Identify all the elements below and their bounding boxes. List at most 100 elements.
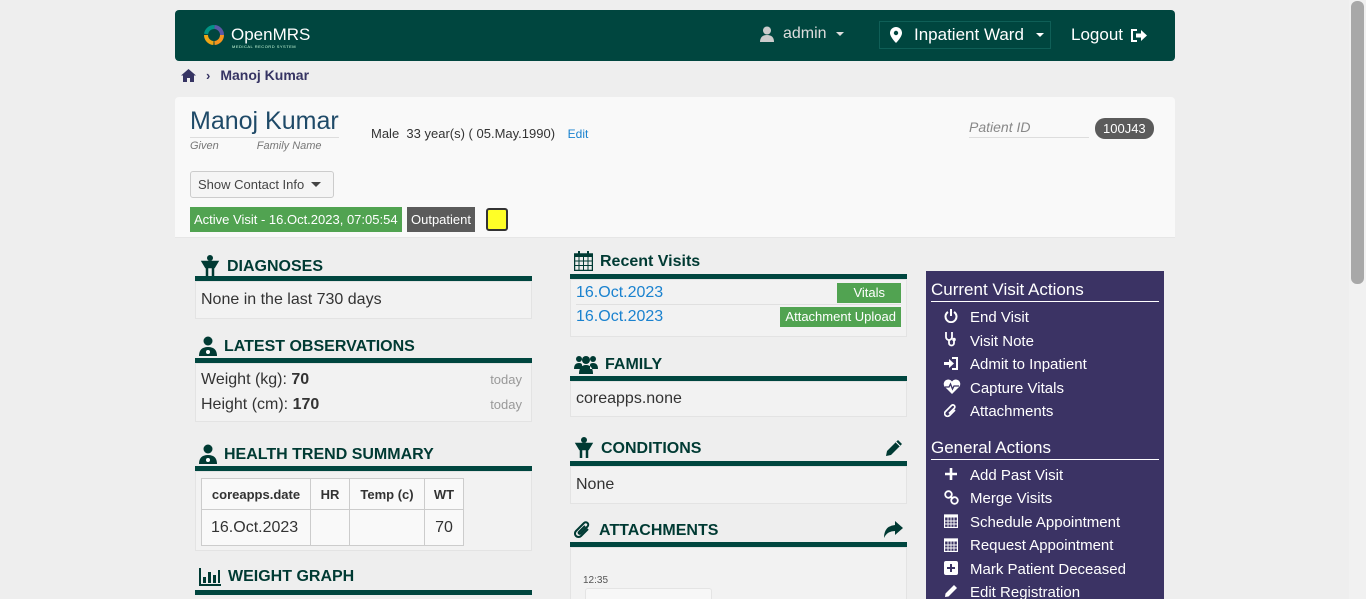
merge-visits-action[interactable]: Merge Visits [926,487,1164,511]
column-header: HR [310,478,350,510]
map-marker-icon [890,27,902,43]
schedule-appointment-action[interactable]: Schedule Appointment [926,511,1164,535]
location-menu[interactable]: Inpatient Ward [879,21,1051,49]
end-visit-action[interactable]: End Visit [926,306,1164,330]
user-menu[interactable]: admin [760,25,844,43]
observation-value: 170 [292,395,320,413]
column-header: Temp (c) [349,478,425,510]
attachments-action[interactable]: Attachments [926,400,1164,424]
health-trend-widget: HEALTH TREND SUMMARY coreapps.date HR Te… [195,442,532,551]
merge-visits-label: Merge Visits [970,490,1053,508]
paperclip-icon [943,403,959,421]
conditions-title: CONDITIONS [601,440,702,457]
mark-patient-deceased-action[interactable]: Mark Patient Deceased [926,558,1164,582]
request-appointment-action[interactable]: Request Appointment [926,534,1164,558]
patient-id-badge: 100J43 [1095,118,1154,139]
chevron-right-icon: › [206,67,211,83]
attachments-label: Attachments [970,403,1054,421]
user-name: admin [783,25,827,42]
chevron-down-icon [835,32,844,36]
users-icon [574,356,598,374]
active-visit-badge[interactable]: Active Visit - 16.Oct.2023, 07:05:54 [190,207,402,232]
visit-date-link[interactable]: 16.Oct.2023 [576,284,663,302]
logo-subtext: MEDICAL RECORD SYSTEM [232,44,297,49]
observation-time: today [490,397,522,412]
visit-row[interactable]: 16.Oct.2023 Vitals [576,282,901,305]
page-scrollbar[interactable] [1349,0,1366,599]
share-icon[interactable] [883,521,903,539]
visit-note-action[interactable]: Visit Note [926,330,1164,354]
user-md-icon [199,444,217,464]
capture-vitals-action[interactable]: Capture Vitals [926,377,1164,401]
current-visit-actions-heading: Current Visit Actions [931,280,1159,302]
visit-date-link[interactable]: 16.Oct.2023 [576,308,663,326]
sticky-note-icon[interactable] [486,208,508,231]
latest-observations-widget: LATEST OBSERVATIONS Weight (kg): 70 toda… [195,334,532,422]
show-contact-info-label: Show Contact Info [198,177,305,192]
observation-row: Height (cm): 170 today [201,392,526,417]
show-contact-info-button[interactable]: Show Contact Info [190,171,334,198]
visit-tag: Attachment Upload [780,307,901,327]
attachment-thumbnail[interactable] [585,588,712,599]
location-name: Inpatient Ward [914,25,1024,44]
admit-to-inpatient-label: Admit to Inpatient [970,356,1087,374]
end-visit-label: End Visit [970,309,1029,327]
attachments-widget: ATTACHMENTS 12:35 [570,518,907,599]
mark-patient-deceased-label: Mark Patient Deceased [970,560,1126,578]
weight-graph-title: WEIGHT GRAPH [228,568,355,585]
table-cell: 70 [424,509,464,546]
calendar-icon [574,251,593,271]
attachment-time: 12:35 [583,575,609,586]
gender: Male [371,126,400,141]
latest-observations-title: LATEST OBSERVATIONS [224,338,415,355]
weight-graph-widget: WEIGHT GRAPH [195,566,532,595]
observation-value: 70 [291,370,310,388]
visit-note-label: Visit Note [970,332,1034,350]
plus-square-icon [943,560,959,578]
scrollbar-thumb[interactable] [1351,1,1364,284]
openmrs-logo[interactable]: OpenMRS MEDICAL RECORD SYSTEM [201,22,310,49]
pencil-icon [943,584,959,599]
paperclip-icon [574,521,590,539]
home-icon[interactable] [181,68,196,82]
openmrs-logo-icon [204,25,224,45]
recent-visits-title: Recent Visits [600,253,701,270]
stethoscope-icon [200,255,220,276]
link-icon [943,490,959,508]
patient-name: Manoj Kumar [190,107,339,138]
patient-demographics: Male 33 year(s) ( 05.May.1990) Edit [371,126,588,141]
stethoscope-icon [574,437,594,458]
general-actions-heading: General Actions [931,438,1159,460]
calendar-icon [943,537,959,555]
observation-label: Height (cm): [201,395,289,413]
visit-tag: Vitals [837,283,901,303]
recent-visits-widget: Recent Visits 16.Oct.2023 Vitals 16.Oct.… [570,249,907,337]
family-title: FAMILY [605,356,663,373]
pencil-icon[interactable] [885,439,903,457]
add-past-visit-action[interactable]: Add Past Visit [926,464,1164,488]
actions-sidebar: Current Visit Actions End Visit Visit No… [926,271,1164,599]
table-cell [349,509,425,546]
age-dob: 33 year(s) ( 05.May.1990) [406,126,556,141]
heartbeat-icon [943,379,961,397]
admit-to-inpatient-action[interactable]: Admit to Inpatient [926,353,1164,377]
edit-link[interactable]: Edit [568,127,589,141]
visit-type-badge: Outpatient [407,207,475,232]
visit-row[interactable]: 16.Oct.2023 Attachment Upload [576,305,901,329]
edit-registration-action[interactable]: Edit Registration [926,581,1164,599]
health-trend-table: coreapps.date HR Temp (c) WT 16.Oct.2023… [201,478,464,546]
sign-out-icon [1131,28,1147,42]
add-past-visit-label: Add Past Visit [970,466,1064,484]
column-header: WT [424,478,464,510]
power-icon [943,309,959,326]
capture-vitals-label: Capture Vitals [970,379,1064,397]
logout-link[interactable]: Logout [1071,25,1148,45]
diagnoses-widget: DIAGNOSES None in the last 730 days [195,251,532,319]
request-appointment-label: Request Appointment [970,537,1114,555]
user-icon [760,26,774,42]
conditions-body: None [570,466,907,504]
observation-label: Weight (kg): [201,370,287,388]
table-row: 16.Oct.2023 70 [201,509,464,546]
caret-down-icon [311,182,322,187]
breadcrumb: › Manoj Kumar [181,66,309,84]
